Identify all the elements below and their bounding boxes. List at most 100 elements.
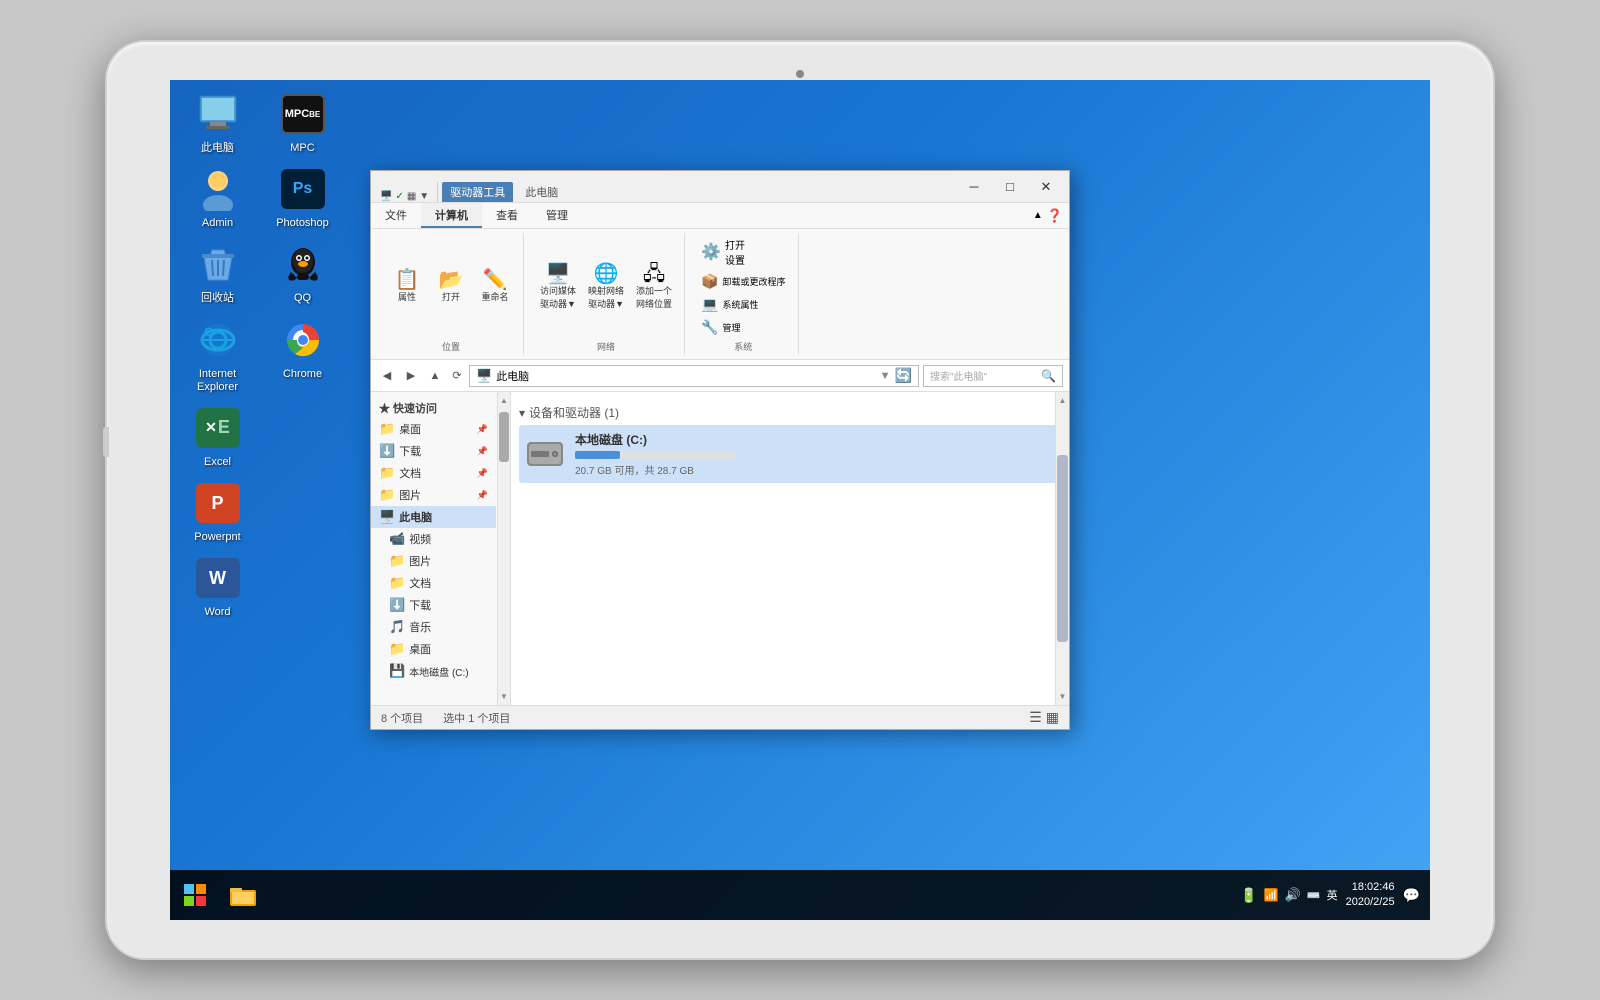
power-button[interactable] (103, 427, 109, 457)
desktop-icon-powerpoint[interactable]: P Powerpnt (180, 479, 255, 544)
back-btn[interactable]: ◀ (377, 366, 397, 386)
sidebar-this-pc[interactable]: 🖥️ 此电脑 (371, 506, 496, 528)
tb-icon-grid: ▦ (407, 191, 416, 202)
drive-bar-c (575, 451, 735, 459)
btn-system-props[interactable]: 💻 系统属性 (697, 294, 789, 315)
desktop-icon-ie[interactable]: e Internet Explorer (180, 316, 255, 394)
tab-manage[interactable]: 管理 (532, 203, 582, 228)
sidebar-downloads[interactable]: ⬇️ 下载 (371, 594, 496, 616)
close-button[interactable]: ✕ (1028, 173, 1064, 201)
window-title: 此电脑 (525, 187, 558, 199)
refresh-icon: ⟳ (449, 366, 465, 386)
camera (796, 70, 804, 78)
forward-btn[interactable]: ▶ (401, 366, 421, 386)
clock-date: 2020/2/25 (1346, 895, 1395, 910)
btn-rename[interactable]: ✏️ 重命名 (475, 268, 515, 305)
notification-icon[interactable]: 💬 (1403, 887, 1420, 904)
ribbon-collapse-btn[interactable]: ▲ (1033, 210, 1043, 221)
sidebar-desktop[interactable]: 📁 桌面 (371, 638, 496, 660)
drive-info-c: 本地磁盘 (C:) 20.7 GB 可用，共 28.7 GB (575, 431, 1055, 477)
screen: 此电脑 MPCBE MPC (170, 80, 1430, 920)
maximize-button[interactable]: □ (992, 173, 1028, 201)
titlebar-tabs: 🖥️ ✓ ▦ ▼ 驱动器工具 此电脑 (376, 171, 956, 202)
search-icon: 🔍 (1041, 369, 1056, 383)
desktop-icon-admin[interactable]: Admin (180, 165, 255, 230)
desktop-icon-this-pc[interactable]: 此电脑 (180, 90, 255, 155)
sidebar-docs-quick[interactable]: 📁 文档 📌 (371, 462, 496, 484)
tab-file[interactable]: 文件 (371, 203, 421, 228)
sidebar-pictures[interactable]: 📁 图片 (371, 550, 496, 572)
btn-properties[interactable]: 📋 属性 (387, 268, 427, 305)
desktop-icons: 此电脑 MPCBE MPC (180, 90, 340, 622)
view-grid-icon[interactable]: ▦ (1046, 709, 1059, 726)
tab-computer[interactable]: 计算机 (421, 203, 482, 228)
btn-map-network[interactable]: 🌐 映射网络驱动器▼ (584, 262, 628, 312)
tb-icon-check: ✓ (395, 191, 403, 202)
ribbon-tabs: 文件 计算机 查看 管理 ▲ ❓ (371, 203, 1069, 229)
ribbon-content: 📋 属性 📂 打开 ✏️ 重命名 (371, 229, 1069, 359)
clock[interactable]: 18:02:46 2020/2/25 (1346, 880, 1395, 911)
drive-item-c[interactable]: 本地磁盘 (C:) 20.7 GB 可用，共 28.7 GB (519, 425, 1061, 483)
tray-wifi-icon[interactable]: 📶 (1264, 888, 1279, 902)
desktop-icon-chrome[interactable]: Chrome (265, 316, 340, 394)
sidebar-pictures-quick[interactable]: 📁 图片 📌 (371, 484, 496, 506)
btn-access-media[interactable]: 🖥️ 访问媒体驱动器▼ (536, 262, 580, 312)
statusbar-total: 8 个项目 (381, 710, 423, 726)
search-bar[interactable]: 搜索"此电脑" 🔍 (923, 365, 1063, 387)
clock-time: 18:02:46 (1346, 880, 1395, 895)
search-placeholder: 搜索"此电脑" (930, 368, 987, 383)
desktop-icon-mpc[interactable]: MPCBE MPC (265, 90, 340, 155)
sidebar-documents[interactable]: 📁 文档 (371, 572, 496, 594)
tray-keyboard-icon[interactable]: ⌨️ (1307, 889, 1321, 902)
desktop-icon-recycle[interactable]: 回收站 (180, 240, 255, 305)
tb-icon-monitor: 🖥️ (380, 191, 392, 202)
btn-manage[interactable]: 🔧 管理 (697, 317, 789, 338)
fe-main-area: ▲ ▼ ★ 快速访问 📁 桌面 📌 (371, 392, 1069, 705)
view-list-icon[interactable]: ☰ (1029, 709, 1042, 726)
statusbar-selected: 选中 1 个项目 (443, 710, 510, 726)
help-btn[interactable]: ❓ (1047, 208, 1063, 224)
drive-bar-fill-c (575, 451, 620, 459)
btn-open-settings[interactable]: ⚙️ 打开设置 (697, 235, 789, 269)
sidebar-videos[interactable]: 📹 视频 (371, 528, 496, 550)
btn-open[interactable]: 📂 打开 (431, 268, 471, 305)
sidebar-music[interactable]: 🎵 音乐 (371, 616, 496, 638)
window-controls: ─ □ ✕ (956, 173, 1064, 201)
sidebar-downloads-quick[interactable]: ⬇️ 下载 📌 (371, 440, 496, 462)
desktop-icon-excel[interactable]: ✕E Excel (180, 404, 255, 469)
ribbon-group-network: 🖥️ 访问媒体驱动器▼ 🌐 映射网络驱动器▼ 🖧 添加一个网络位置 (528, 233, 685, 355)
sidebar-local-disk[interactable]: 💾 本地磁盘 (C:) (371, 660, 496, 682)
ribbon-group-system: ⚙️ 打开设置 📦 卸载或更改程序 💻 系统 (689, 233, 798, 355)
tray-lang-icon[interactable]: 英 (1327, 887, 1338, 903)
tray-volume-icon[interactable]: 🔊 (1285, 887, 1301, 903)
desktop-icon-word[interactable]: W Word (180, 554, 255, 619)
ribbon-tool-tab[interactable]: 驱动器工具 (450, 187, 505, 199)
tb-dropdown[interactable]: ▼ (419, 191, 429, 202)
content-scrollbar[interactable]: ▲ ▼ (1055, 392, 1069, 705)
chevron-down-icon: ▾ (519, 406, 525, 420)
svg-text:e: e (204, 323, 213, 340)
tab-view[interactable]: 查看 (482, 203, 532, 228)
address-bar[interactable]: 🖥️ 此电脑 ▼ 🔄 (469, 365, 919, 387)
tray-icons: 🔋 📶 🔊 ⌨️ 英 (1240, 887, 1337, 904)
minimize-button[interactable]: ─ (956, 173, 992, 201)
tray-battery-icon[interactable]: 🔋 (1240, 887, 1257, 904)
taskbar-file-explorer-btn[interactable] (220, 870, 265, 920)
desktop-icon-qq[interactable]: QQ (265, 240, 340, 305)
system-tray: 🔋 📶 🔊 ⌨️ 英 18:02:46 2020/2/25 💬 (1240, 880, 1430, 911)
windows-logo-icon (184, 884, 206, 906)
file-explorer-window: 🖥️ ✓ ▦ ▼ 驱动器工具 此电脑 (370, 170, 1070, 730)
taskbar: 🔋 📶 🔊 ⌨️ 英 18:02:46 2020/2/25 💬 (170, 870, 1430, 920)
start-button[interactable] (170, 870, 220, 920)
desktop: 此电脑 MPCBE MPC (170, 80, 1430, 920)
up-btn[interactable]: ▲ (425, 366, 445, 386)
btn-uninstall[interactable]: 📦 卸载或更改程序 (697, 271, 789, 292)
quick-access-section: ★ 快速访问 (371, 396, 496, 418)
fe-content: ▾ 设备和驱动器 (1) (511, 392, 1069, 705)
btn-add-network[interactable]: 🖧 添加一个网络位置 (632, 262, 676, 312)
desktop-icon-photoshop[interactable]: Ps Photoshop (265, 165, 340, 230)
statusbar: 8 个项目 选中 1 个项目 ☰ ▦ (371, 705, 1069, 729)
sidebar-desktop-quick[interactable]: 📁 桌面 📌 (371, 418, 496, 440)
statusbar-view-btns: ☰ ▦ (1029, 709, 1059, 726)
sidebar-scrollbar[interactable]: ▲ ▼ (497, 392, 510, 705)
